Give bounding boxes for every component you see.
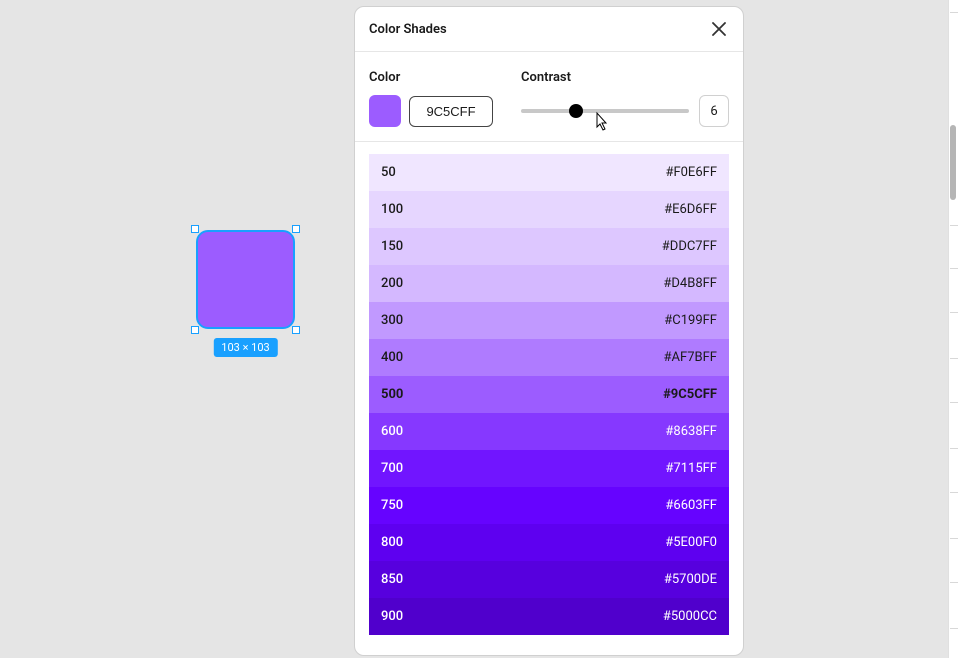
rail-tick xyxy=(950,402,958,403)
shade-level: 600 xyxy=(381,424,403,439)
rail-tick xyxy=(950,12,958,13)
shade-hex: #9C5CFF xyxy=(663,387,717,402)
shape-rect[interactable] xyxy=(196,230,295,329)
close-icon xyxy=(712,22,726,36)
resize-handle-tr[interactable] xyxy=(292,225,300,233)
rail-tick xyxy=(950,358,958,359)
shade-row-600[interactable]: 600 #8638FF xyxy=(369,413,729,450)
shade-hex: #5700DE xyxy=(664,572,717,587)
shade-level: 750 xyxy=(381,498,403,513)
rail-tick xyxy=(950,628,958,629)
color-swatch[interactable] xyxy=(369,95,401,127)
shade-hex: #DDC7FF xyxy=(662,239,717,254)
shade-level: 400 xyxy=(381,350,403,365)
shade-level: 850 xyxy=(381,572,403,587)
shade-hex: #F0E6FF xyxy=(665,165,717,180)
color-label: Color xyxy=(369,70,493,85)
panel-controls: Color Contrast 6 xyxy=(355,52,743,142)
shade-level: 700 xyxy=(381,461,403,476)
dimension-badge: 103 × 103 xyxy=(213,338,277,357)
shade-row-750[interactable]: 750 #6603FF xyxy=(369,487,729,524)
contrast-slider-thumb[interactable] xyxy=(569,104,583,118)
color-row xyxy=(369,95,493,127)
panel-title: Color Shades xyxy=(369,22,447,37)
shade-level: 300 xyxy=(381,313,403,328)
color-control-group: Color xyxy=(369,70,493,127)
shade-row-150[interactable]: 150 #DDC7FF xyxy=(369,228,729,265)
shade-level: 900 xyxy=(381,609,403,624)
resize-handle-tl[interactable] xyxy=(191,225,199,233)
panel-header: Color Shades xyxy=(355,7,743,52)
color-shades-panel: Color Shades Color Contrast 6 50 #F0E6FF 1… xyxy=(354,6,744,656)
shade-hex: #5000CC xyxy=(663,609,717,624)
shade-hex: #8638FF xyxy=(665,424,717,439)
shade-row-500[interactable]: 500 #9C5CFF xyxy=(369,376,729,413)
selected-shape[interactable]: 103 × 103 xyxy=(196,230,295,329)
shade-row-700[interactable]: 700 #7115FF xyxy=(369,450,729,487)
shade-row-400[interactable]: 400 #AF7BFF xyxy=(369,339,729,376)
rail-tick xyxy=(950,448,958,449)
resize-handle-bl[interactable] xyxy=(191,326,199,334)
rail-tick xyxy=(950,582,958,583)
shade-level: 150 xyxy=(381,239,403,254)
shade-hex: #E6D6FF xyxy=(664,202,717,217)
shade-level: 500 xyxy=(381,387,403,402)
rail-tick xyxy=(950,538,958,539)
rail-tick xyxy=(950,225,958,226)
shade-row-100[interactable]: 100 #E6D6FF xyxy=(369,191,729,228)
shade-row-850[interactable]: 850 #5700DE xyxy=(369,561,729,598)
shade-level: 800 xyxy=(381,535,403,550)
contrast-slider[interactable] xyxy=(521,109,689,113)
close-button[interactable] xyxy=(709,19,729,39)
shade-hex: #C199FF xyxy=(664,313,717,328)
shade-hex: #5E00F0 xyxy=(665,535,717,550)
shade-level: 50 xyxy=(381,165,396,180)
rail-tick xyxy=(950,268,958,269)
contrast-label: Contrast xyxy=(521,70,729,85)
shade-level: 100 xyxy=(381,202,403,217)
scrollbar-thumb[interactable] xyxy=(950,125,956,200)
contrast-row: 6 xyxy=(521,95,729,127)
shade-hex: #D4B8FF xyxy=(663,276,717,291)
shade-level: 200 xyxy=(381,276,403,291)
resize-handle-br[interactable] xyxy=(292,326,300,334)
shade-row-200[interactable]: 200 #D4B8FF xyxy=(369,265,729,302)
shade-hex: #7115FF xyxy=(665,461,717,476)
contrast-value[interactable]: 6 xyxy=(699,95,729,127)
rail-tick xyxy=(950,492,958,493)
shade-row-50[interactable]: 50 #F0E6FF xyxy=(369,154,729,191)
shade-hex: #6603FF xyxy=(665,498,717,513)
shade-hex: #AF7BFF xyxy=(664,350,717,365)
properties-rail xyxy=(948,0,958,658)
shades-list[interactable]: 50 #F0E6FF 100 #E6D6FF 150 #DDC7FF 200 #D4B8FF 3… xyxy=(355,142,743,655)
shade-row-800[interactable]: 800 #5E00F0 xyxy=(369,524,729,561)
rail-tick xyxy=(950,312,958,313)
hex-input[interactable] xyxy=(409,96,493,127)
shade-row-900[interactable]: 900 #5000CC xyxy=(369,598,729,635)
shade-row-300[interactable]: 300 #C199FF xyxy=(369,302,729,339)
contrast-control-group: Contrast 6 xyxy=(521,70,729,127)
